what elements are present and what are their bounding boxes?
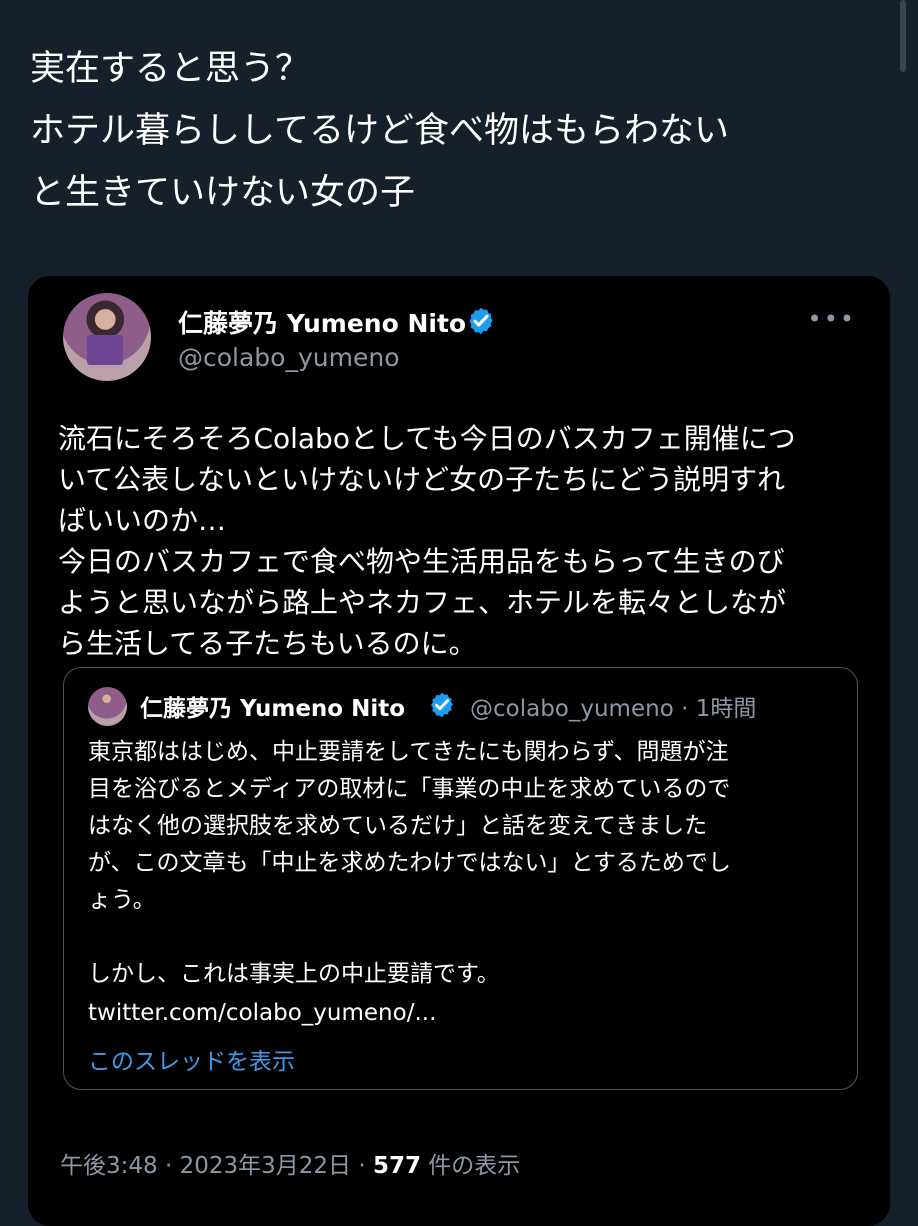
quoted-tweet[interactable]: 仁藤夢乃 Yumeno Nito @colabo_yumeno · 1時間 東京… (63, 667, 858, 1090)
quoted-tweet-text: 東京都ははじめ、中止要請をしてきたにも関わらず、問題が注 目を浴びるとメディアの… (88, 739, 731, 987)
avatar-protest-sign (87, 335, 123, 365)
view-count[interactable]: 577 (373, 1153, 421, 1179)
author-avatar[interactable] (63, 293, 151, 381)
post-text: 実在すると思う？ ホテル暮らししてるけど食べ物はもらわない と生きていけない女の… (30, 49, 729, 213)
show-thread-link[interactable]: このスレッドを表示 (88, 1042, 295, 1076)
embedded-tweet-text: 流石にそろそろColaboとしても今日のバスカフェ開催につ いて公表しないといけ… (58, 422, 796, 660)
verified-badge-icon (469, 307, 493, 335)
author-display-name[interactable]: 仁藤夢乃 Yumeno Nito (178, 304, 466, 340)
quoted-author-display-name[interactable]: 仁藤夢乃 Yumeno Nito (140, 689, 405, 723)
quoted-handle-time[interactable]: @colabo_yumeno · 1時間 (470, 689, 756, 723)
scrollbar[interactable] (900, 0, 906, 72)
more-horizontal-icon[interactable]: ••• (808, 305, 856, 333)
quoted-author-avatar[interactable] (88, 687, 127, 726)
verified-badge-icon (431, 692, 453, 718)
embedded-tweet-card[interactable]: 仁藤夢乃 Yumeno Nito @colabo_yumeno ••• 流石にそ… (28, 276, 890, 1226)
quoted-tweet-link[interactable]: twitter.com/colabo_yumeno/... (88, 1000, 436, 1026)
author-handle[interactable]: @colabo_yumeno (178, 343, 399, 372)
tweet-timestamp: 午後3:48 · 2023年3月22日 · (60, 1153, 373, 1179)
view-count-label: 件の表示 (420, 1153, 521, 1179)
tweet-metadata: 午後3:48 · 2023年3月22日 · 577 件の表示 (60, 1146, 520, 1180)
